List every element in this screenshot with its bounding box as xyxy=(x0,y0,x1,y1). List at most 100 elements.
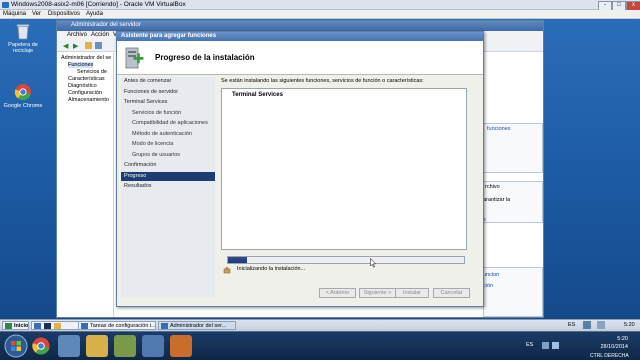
nav-item-servicios: Servicios de función xyxy=(132,109,182,116)
host-key-label: CTRL DERECHA xyxy=(590,353,629,359)
task-label: Administrador del ser... xyxy=(170,323,227,329)
folder-icon[interactable] xyxy=(85,42,92,49)
nav-item-confirmacion: Confirmación xyxy=(124,162,157,168)
nav-item-resultados: Resultados xyxy=(124,183,152,189)
task-icon xyxy=(81,323,88,329)
desktop-icon-label: Google Chrome xyxy=(3,103,43,109)
host-window-title: Windows2008-asix2-m06 [Corriendo] - Orac… xyxy=(11,1,186,8)
host-clock-time[interactable]: 5:20 xyxy=(617,336,628,342)
task-label: Tareas de configuración i... xyxy=(90,323,156,329)
quick-launch xyxy=(31,321,83,330)
forward-arrow-icon[interactable]: ▶ xyxy=(73,42,78,50)
wizard-header: Progreso de la instalación xyxy=(117,41,483,75)
wizard-page-title: Progreso de la instalación xyxy=(155,53,255,62)
details-text: arantizar la xyxy=(483,197,511,203)
desktop-icon-label: reciclaje xyxy=(12,48,34,54)
menu-dispositivos[interactable]: Dispositivos xyxy=(48,11,80,17)
app-taskbar-icon[interactable] xyxy=(170,335,192,357)
previous-button[interactable]: < Anterior xyxy=(319,288,356,298)
guest-clock[interactable]: 5:20 xyxy=(624,322,635,328)
server-manager-tree: Administrador del se Funciones Servicios… xyxy=(59,53,114,317)
wizard-title: Asistente para agregar funciones xyxy=(121,33,217,39)
desktop-icon-recycle-bin[interactable]: Papelera de reciclaje xyxy=(0,22,46,54)
install-progress-bar xyxy=(227,256,465,264)
wizard-nav: Antes de comenzar Funciones de servidor … xyxy=(121,77,215,297)
add-features-wizard: Asistente para agregar funciones Progres… xyxy=(116,31,484,307)
server-manager-details: funciones rchivo arantizar la s uncion c… xyxy=(483,53,543,317)
windows-logo-icon xyxy=(5,323,12,329)
menu-maquina[interactable]: Máquina xyxy=(3,11,26,17)
task-tareas[interactable]: Tareas de configuración i... xyxy=(78,321,156,330)
host-menu-bar: Máquina Ver Dispositivos Ayuda xyxy=(0,10,640,19)
tray-icon[interactable] xyxy=(542,342,549,349)
powershell-icon[interactable] xyxy=(44,323,51,329)
explorer-icon[interactable] xyxy=(54,323,61,329)
start-button[interactable]: Inicio xyxy=(2,321,29,330)
server-install-icon xyxy=(125,47,144,69)
host-language[interactable]: ES xyxy=(526,342,533,348)
start-label: Inicio xyxy=(14,323,29,329)
nav-item-progreso: Progreso xyxy=(121,171,215,181)
virtualbox-icon xyxy=(2,2,9,8)
wizard-title-bar: Asistente para agregar funciones xyxy=(117,32,483,41)
feature-list[interactable]: Terminal Services xyxy=(221,88,467,250)
tree-item-funciones[interactable]: Funciones xyxy=(68,62,94,68)
details-link-funciones[interactable]: funciones xyxy=(487,126,511,132)
media-taskbar-icon[interactable] xyxy=(114,335,136,357)
nav-item-funciones: Funciones de servidor xyxy=(124,88,179,95)
menu-ayuda[interactable]: Ayuda xyxy=(86,11,103,17)
nav-item-grupos: Grupos de usuarios xyxy=(132,151,180,158)
install-intro-text: Se están instalando las siguientes funci… xyxy=(221,78,424,84)
install-progress-fill xyxy=(228,257,247,263)
task-server-manager[interactable]: Administrador del ser... xyxy=(158,321,236,330)
recycle-bin-icon xyxy=(16,24,30,40)
chrome-taskbar-icon[interactable] xyxy=(30,335,52,357)
chrome-icon xyxy=(32,337,50,355)
guest-taskbar: Inicio Tareas de configuración i... Admi… xyxy=(0,319,640,331)
menu-accion[interactable]: Acción xyxy=(91,32,109,38)
tree-item-root[interactable]: Administrador del se xyxy=(61,55,111,61)
windows-start-orb-icon[interactable] xyxy=(4,334,28,358)
host-title-bar: Windows2008-asix2-m06 [Corriendo] - Orac… xyxy=(0,0,640,11)
menu-archivo[interactable]: Archivo xyxy=(67,32,87,38)
nav-item-antes: Antes de comenzar xyxy=(124,78,172,84)
tree-item-servicios[interactable]: Servicios de xyxy=(77,69,107,75)
cancel-button[interactable]: Cancelar xyxy=(433,288,470,298)
menu-ver[interactable]: Ver xyxy=(32,11,41,17)
tree-item-configuracion[interactable]: Configuración xyxy=(68,90,102,96)
server-manager-title: Administrador del servidor xyxy=(71,22,141,28)
app-taskbar-icon[interactable] xyxy=(142,335,164,357)
tree-item-almacenamiento[interactable]: Almacenamiento xyxy=(68,97,109,103)
details-text: rchivo xyxy=(485,184,500,190)
host-taskbar: ES 5:20 28/10/2014 CTRL DERECHA xyxy=(0,331,640,360)
details-link[interactable]: ción xyxy=(483,283,493,289)
nav-item-autenticacion: Método de autenticación xyxy=(132,130,192,137)
task-icon xyxy=(161,323,168,329)
nav-item-compatibilidad: Compatibilidad de aplicaciones xyxy=(132,120,208,126)
server-manager-quick-icon[interactable] xyxy=(34,323,41,329)
tree-item-diagnostico[interactable]: Diagnóstico xyxy=(68,83,97,89)
chrome-icon xyxy=(14,84,31,101)
desktop-icon-chrome[interactable]: Google Chrome xyxy=(0,83,46,109)
install-button[interactable]: Instalar xyxy=(395,288,429,298)
host-clock-date[interactable]: 28/10/2014 xyxy=(600,344,628,350)
server-manager-title-bar: Administrador del servidor xyxy=(57,21,543,31)
tree-item-caracteristicas[interactable]: Características xyxy=(68,76,105,82)
nav-item-licencia: Modo de licencia xyxy=(132,141,174,147)
guest-language[interactable]: ES xyxy=(568,322,575,328)
volume-icon[interactable] xyxy=(552,342,559,349)
wizard-body: Se están instalando las siguientes funci… xyxy=(219,77,481,297)
back-arrow-icon[interactable]: ◀ xyxy=(63,42,68,50)
mouse-cursor-icon xyxy=(370,258,376,268)
next-button[interactable]: Siguiente > xyxy=(359,288,396,298)
install-status-text: Inicializando la instalación... xyxy=(237,266,306,272)
console-icon[interactable] xyxy=(95,42,102,49)
nav-item-terminal: Terminal Services xyxy=(124,99,168,105)
virtualbox-taskbar-icon[interactable] xyxy=(58,335,80,357)
explorer-taskbar-icon[interactable] xyxy=(86,335,108,357)
details-link[interactable]: uncion xyxy=(483,272,499,278)
feature-list-header: Terminal Services xyxy=(232,92,283,98)
volume-tray-icon[interactable] xyxy=(597,321,605,329)
network-tray-icon[interactable] xyxy=(583,321,591,329)
installing-icon xyxy=(223,266,231,274)
